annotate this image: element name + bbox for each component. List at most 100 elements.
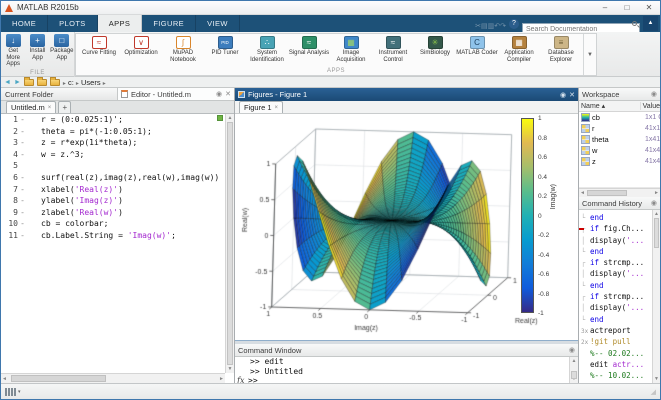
forward-icon[interactable]: ►	[14, 79, 21, 86]
history-item[interactable]: 2x!git pull	[579, 336, 652, 347]
history-item[interactable]: └end	[579, 280, 652, 291]
tab-close-icon[interactable]: ×	[275, 102, 279, 114]
app-signal-analysis[interactable]: ≈Signal Analysis	[288, 36, 330, 63]
app-matlab-coder[interactable]: CMATLAB Coder	[456, 36, 498, 63]
scroll-down-icon[interactable]: ▼	[653, 376, 660, 382]
execution-gutter[interactable]: -	[18, 172, 27, 184]
help-icon[interactable]: ?	[509, 19, 519, 29]
workspace-row[interactable]: theta1x41 d	[579, 134, 660, 145]
execution-gutter[interactable]: -	[18, 137, 27, 149]
execution-gutter[interactable]: -	[18, 184, 27, 196]
editor-header[interactable]: Editor - Untitled.m ◉ ✕	[118, 88, 234, 101]
resize-grip-icon[interactable]: ◢	[651, 388, 656, 396]
details-toggle-icon[interactable]	[5, 388, 16, 396]
gallery-dropdown-icon[interactable]: ▼	[583, 34, 596, 75]
command-window[interactable]: >> edit>> Untitled fx >>	[235, 357, 578, 383]
app-database-explorer[interactable]: ≡Database Explorer	[540, 36, 582, 63]
panel-menu-icon[interactable]: ◉	[569, 346, 575, 354]
panel-menu-icon[interactable]: ◉	[560, 91, 566, 99]
app-mupad-notebook[interactable]: ∫MuPAD Notebook	[162, 36, 204, 63]
code-editor[interactable]: 1-r = (0:0.025:1)';2-theta = pi*(-1:0.05…	[1, 114, 225, 373]
command-window-scrollbar[interactable]: ▲ ▼	[569, 357, 578, 383]
scroll-up-icon[interactable]: ▲	[570, 358, 578, 364]
back-icon[interactable]: ◄	[4, 79, 11, 86]
name-column-header[interactable]: Name ▴	[579, 102, 641, 110]
new-tab-button[interactable]: +	[58, 101, 71, 113]
button-get-more-apps[interactable]: ↓Get MoreApps	[2, 34, 25, 68]
app-image-acquisition[interactable]: ▦Image Acquisition	[330, 36, 372, 63]
workspace-header[interactable]: Workspace ◉	[579, 88, 660, 101]
maximize-icon[interactable]: □	[616, 1, 638, 14]
execution-gutter[interactable]: -	[18, 230, 27, 242]
app-application-compiler[interactable]: ▦Application Compiler	[498, 36, 540, 63]
value-column-header[interactable]: Value	[641, 103, 660, 110]
ribbon-tab-figure[interactable]: FIGURE	[142, 15, 196, 32]
panel-menu-icon[interactable]: ◉	[651, 199, 657, 207]
history-item[interactable]: ┌if strcmp...	[579, 291, 652, 302]
command-window-header[interactable]: Command Window ◉	[235, 344, 578, 357]
workspace-row[interactable]: z41x41	[579, 156, 660, 167]
app-system-identification[interactable]: ∴System Identification	[246, 36, 288, 63]
history-item[interactable]: │display('...	[579, 302, 652, 313]
scroll-down-icon[interactable]: ▼	[226, 366, 234, 372]
history-item[interactable]: └end	[579, 246, 652, 257]
button-package-app[interactable]: □PackageApp	[50, 34, 73, 68]
app-instrument-control[interactable]: ≈Instrument Control	[372, 36, 414, 63]
app-pid-tuner[interactable]: PIDPID Tuner	[204, 36, 246, 63]
history-item[interactable]: %-- 02.02...	[579, 348, 652, 359]
folder-browse-icon[interactable]	[37, 79, 47, 86]
ribbon-tab-plots[interactable]: PLOTS	[48, 15, 98, 32]
history-item[interactable]: %-- 10.02...	[579, 370, 652, 381]
scroll-left-icon[interactable]: ◄	[2, 376, 7, 382]
panel-close-icon[interactable]: ✕	[225, 90, 231, 98]
code-analyzer-indicator[interactable]	[217, 115, 223, 121]
app-simbiology[interactable]: ✳SimBiology	[414, 36, 456, 63]
scroll-thumb[interactable]	[571, 371, 577, 379]
scroll-thumb[interactable]	[587, 190, 627, 196]
workspace-row[interactable]: r41x1 d	[579, 123, 660, 134]
ribbon-tab-view[interactable]: VIEW	[196, 15, 240, 32]
panel-menu-icon[interactable]: ◉	[651, 90, 657, 98]
history-item[interactable]: ┌if strcmp...	[579, 257, 652, 268]
minimize-ribbon-button[interactable]: ▲	[643, 16, 658, 31]
ribbon-tab-home[interactable]: HOME	[1, 15, 48, 32]
minimize-icon[interactable]: –	[594, 1, 616, 14]
panel-close-icon[interactable]: ✕	[569, 91, 575, 99]
history-item[interactable]: 3xactreport	[579, 325, 652, 336]
breadcrumb-segment[interactable]: Users	[79, 78, 103, 87]
execution-gutter[interactable]: -	[18, 114, 27, 126]
execution-gutter[interactable]	[18, 160, 27, 172]
folder-up-icon[interactable]	[24, 79, 34, 86]
scroll-up-icon[interactable]: ▲	[653, 211, 660, 217]
command-history-header[interactable]: Command History ◉	[579, 197, 660, 210]
tab-untitled[interactable]: Untitled.m ×	[6, 101, 56, 113]
copy-icon[interactable]: ▤	[481, 23, 488, 30]
execution-gutter[interactable]: -	[18, 195, 27, 207]
history-item[interactable]: │display('...	[579, 235, 652, 246]
scroll-right-icon[interactable]: ►	[219, 376, 224, 382]
scroll-right-icon[interactable]: ►	[654, 190, 659, 196]
breadcrumb-segment[interactable]: c:	[66, 78, 76, 87]
editor-vertical-scrollbar[interactable]: ▲ ▼	[225, 114, 234, 373]
execution-gutter[interactable]: -	[18, 126, 27, 138]
history-scrollbar[interactable]: ▲ ▼	[652, 210, 660, 383]
workspace-row[interactable]: w41x41	[579, 145, 660, 156]
figures-panel-header[interactable]: Figures - Figure 1 ◉ ✕	[235, 88, 578, 101]
app-optimization[interactable]: ∨Optimization	[120, 36, 162, 63]
history-item[interactable]: ┌if fig.Ch...	[579, 223, 652, 234]
panel-menu-icon[interactable]: ◉	[216, 90, 222, 98]
history-item[interactable]: edit actr...	[579, 359, 652, 370]
scroll-thumb[interactable]	[654, 218, 659, 248]
button-install-app[interactable]: +InstallApp	[26, 34, 49, 68]
scroll-left-icon[interactable]: ◄	[580, 190, 585, 196]
tab-figure-1[interactable]: Figure 1 ×	[239, 101, 283, 113]
redo-icon[interactable]: ↷	[500, 23, 506, 30]
tab-close-icon[interactable]: ×	[48, 102, 52, 114]
history-item[interactable]: └end	[579, 314, 652, 325]
execution-gutter[interactable]: -	[18, 218, 27, 230]
scroll-up-icon[interactable]: ▲	[226, 115, 234, 121]
app-curve-fitting[interactable]: ≈Curve Fitting	[78, 36, 120, 63]
editor-horizontal-scrollbar[interactable]: ◄ ►	[1, 373, 225, 383]
execution-gutter[interactable]: -	[18, 207, 27, 219]
workspace-horizontal-scrollbar[interactable]: ◄ ►	[579, 188, 660, 197]
